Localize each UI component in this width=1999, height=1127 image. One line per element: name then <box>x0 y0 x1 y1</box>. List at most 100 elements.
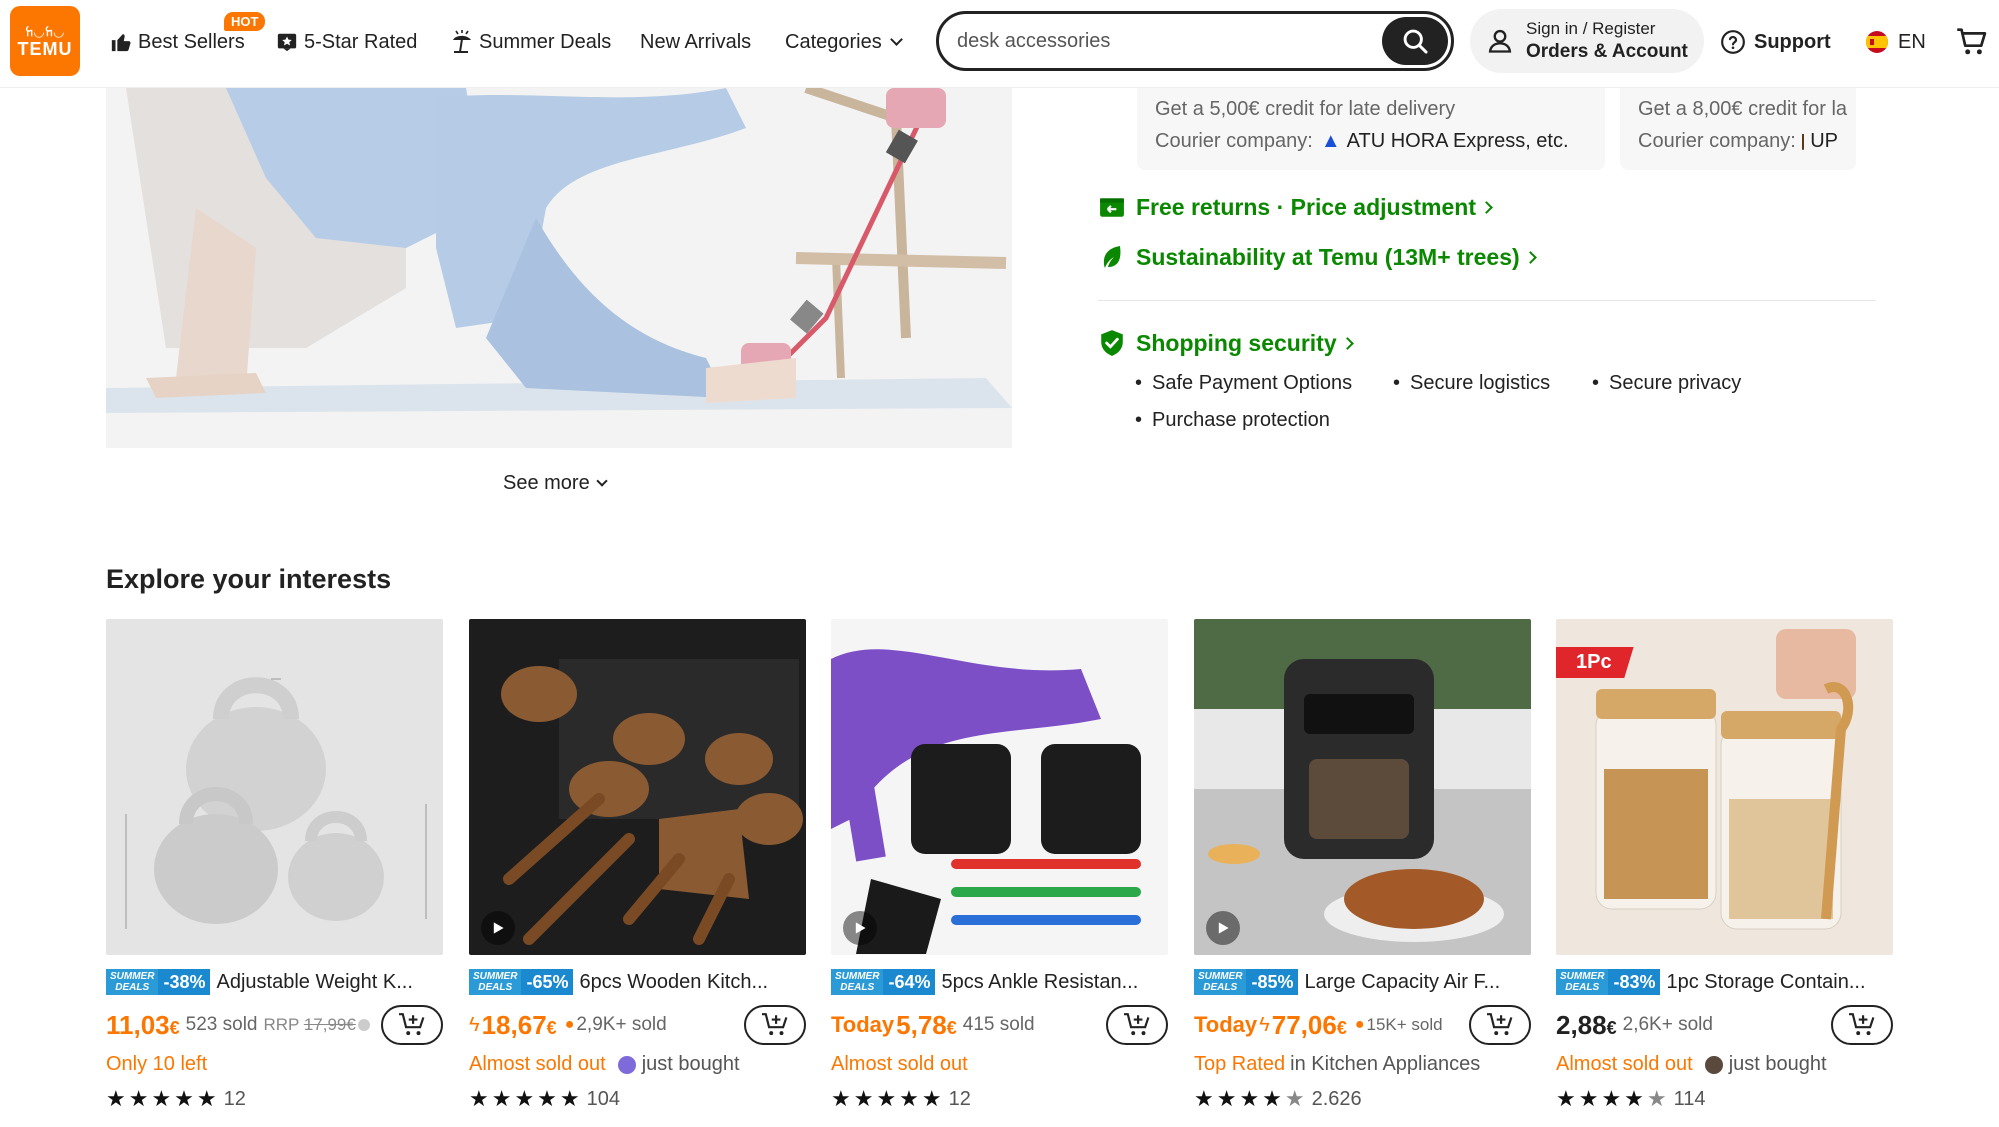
product-card[interactable]: SUMMER DEALS -85% Large Capacity Air F... … <box>1194 619 1531 1112</box>
help-circle-icon <box>1720 29 1746 55</box>
sign-in-button[interactable]: Sign in / Register Orders & Account <box>1470 9 1704 73</box>
late-delivery-credit-card-2[interactable]: Get a 8,00€ credit for la Courier compan… <box>1620 88 1856 170</box>
product-title[interactable]: 5pcs Ankle Resistan... <box>941 971 1138 994</box>
cart-icon <box>1956 27 1988 57</box>
product-gallery-image[interactable] <box>106 88 1012 448</box>
sold-count: 2,6K+ sold <box>1622 1014 1713 1035</box>
fire-icon: ● <box>1354 1016 1365 1033</box>
fire-icon: ● <box>564 1016 575 1033</box>
play-icon[interactable] <box>843 911 877 945</box>
buyer-avatar <box>617 1055 636 1074</box>
add-to-cart-button[interactable] <box>744 1005 806 1045</box>
summer-deals-badge: SUMMER DEALS -85% <box>1194 969 1299 995</box>
rating: ★★★★★ 114 <box>1556 1086 1706 1111</box>
workout-photo <box>106 88 1012 448</box>
sold-count: 523 sold <box>185 1014 258 1035</box>
add-to-cart-button[interactable] <box>1831 1005 1893 1045</box>
sun-umbrella-icon <box>449 29 475 55</box>
play-icon[interactable] <box>1206 911 1240 945</box>
nav-new-arrivals[interactable]: New Arrivals <box>640 26 751 58</box>
buyer-avatar <box>1704 1055 1723 1074</box>
support-link[interactable]: Support <box>1720 26 1831 58</box>
security-item: Safe Payment Options <box>1135 372 1352 395</box>
add-to-cart-icon <box>399 1013 425 1036</box>
product-price: 18,67€ <box>481 1009 557 1040</box>
spain-flag-icon <box>1864 29 1890 55</box>
free-returns-link[interactable]: Free returns · Price adjustment <box>1098 193 1493 221</box>
add-to-cart-icon <box>1849 1013 1875 1036</box>
nav-summer-deals[interactable]: Summer Deals <box>449 26 611 58</box>
security-item: Purchase protection <box>1135 409 1330 432</box>
add-to-cart-icon <box>1124 1013 1150 1036</box>
flash-icon: ϟ <box>469 1013 480 1036</box>
add-to-cart-button[interactable] <box>1469 1005 1531 1045</box>
play-icon[interactable] <box>481 911 515 945</box>
star-rating-icon: ★★★★★ <box>106 1086 220 1111</box>
cart-button[interactable] <box>1956 26 1988 58</box>
star-badge-icon <box>274 29 300 55</box>
stock-status: Almost sold out <box>831 1053 968 1075</box>
product-card[interactable]: SUMMER DEALS -65% 6pcs Wooden Kitch... ϟ 1… <box>469 619 806 1112</box>
hot-badge: HOT <box>224 12 266 31</box>
stock-status: Only 10 left <box>106 1053 208 1075</box>
product-title[interactable]: Adjustable Weight K... <box>216 971 412 994</box>
product-title[interactable]: Large Capacity Air F... <box>1304 971 1500 994</box>
rating: ★★★★★ 12 <box>106 1086 246 1111</box>
sold-count: 415 sold <box>962 1014 1035 1035</box>
today-label: Today <box>1194 1012 1258 1037</box>
summer-deals-badge: SUMMER DEALS -65% <box>469 969 574 995</box>
top-header: ꖷ◡ꖷ◡ TEMU Best Sellers HOT 5-Star Rated … <box>0 0 1999 88</box>
chevron-right-icon <box>1523 250 1537 264</box>
section-divider <box>1098 300 1876 301</box>
info-icon[interactable] <box>357 1019 370 1031</box>
summer-deals-badge: SUMMER DEALS -38% <box>106 969 211 995</box>
rrp-price: RRP 17,99€ <box>263 1015 356 1034</box>
search-button[interactable] <box>1382 17 1448 65</box>
product-price: 77,06€ <box>1271 1009 1347 1040</box>
add-to-cart-button[interactable] <box>1106 1005 1168 1045</box>
section-title: Explore your interests <box>106 564 392 594</box>
sustainability-link[interactable]: Sustainability at Temu (13M+ trees) <box>1098 243 1537 271</box>
sold-count: 15K+ sold <box>1366 1015 1443 1034</box>
sold-count: 2,9K+ sold <box>576 1014 667 1035</box>
shield-check-icon <box>1098 329 1126 357</box>
product-price: 5,78€ <box>896 1009 957 1040</box>
shopping-security-link[interactable]: Shopping security <box>1098 329 1354 357</box>
truck-returns-icon <box>1098 193 1126 221</box>
product-title[interactable]: 6pcs Wooden Kitch... <box>579 971 768 994</box>
temu-logo[interactable]: ꖷ◡ꖷ◡ TEMU <box>10 6 80 76</box>
nav-categories[interactable]: Categories <box>785 26 903 58</box>
late-delivery-credit-card-1[interactable]: Get a 5,00€ credit for late delivery Cou… <box>1137 88 1605 170</box>
category-rank: Top Rated in Kitchen Appliances <box>1194 1053 1481 1075</box>
product-title[interactable]: 1pc Storage Contain... <box>1666 971 1865 994</box>
product-image[interactable] <box>831 619 1168 955</box>
rating: ★★★★★ 104 <box>469 1086 620 1111</box>
product-price: 2,88€ <box>1556 1009 1617 1040</box>
nav-five-star-rated[interactable]: 5-Star Rated <box>274 26 417 58</box>
product-image[interactable]: 1Pc <box>1556 619 1893 955</box>
chevron-right-icon <box>1480 200 1493 214</box>
product-card[interactable]: SUMMER DEALS -64% 5pcs Ankle Resistan... T… <box>831 619 1168 1112</box>
see-more-button[interactable]: See more <box>503 472 608 495</box>
search-bar <box>936 11 1454 71</box>
rating: ★★★★★ 2.626 <box>1194 1086 1362 1111</box>
one-piece-tag: 1Pc <box>1556 647 1634 678</box>
security-item: Secure logistics <box>1393 372 1550 395</box>
summer-deals-badge: SUMMER DEALS -83% <box>1556 969 1661 995</box>
chevron-down-icon <box>889 32 903 46</box>
product-price: 11,03€ <box>106 1009 180 1040</box>
add-to-cart-button[interactable] <box>381 1005 443 1045</box>
product-image[interactable] <box>1194 619 1531 955</box>
product-card[interactable]: SUMMER DEALS -38% Adjustable Weight K... 1… <box>106 619 443 1112</box>
stock-status: Almost sold out just bought <box>1556 1053 1827 1075</box>
product-image[interactable] <box>106 619 443 955</box>
star-rating-icon: ★★★★★ <box>1556 1086 1670 1111</box>
language-selector[interactable]: EN <box>1864 26 1926 58</box>
today-label: Today <box>831 1012 895 1037</box>
summer-deals-badge: SUMMER DEALS -64% <box>831 969 936 995</box>
product-card[interactable]: 1Pc SUMMER DEALS -83% 1pc Storage Contain.… <box>1556 619 1893 1112</box>
search-input[interactable] <box>939 29 1369 53</box>
product-image[interactable] <box>469 619 806 955</box>
thumb-up-icon <box>108 29 134 55</box>
courier-logo-icon: ▲ <box>1320 130 1341 152</box>
